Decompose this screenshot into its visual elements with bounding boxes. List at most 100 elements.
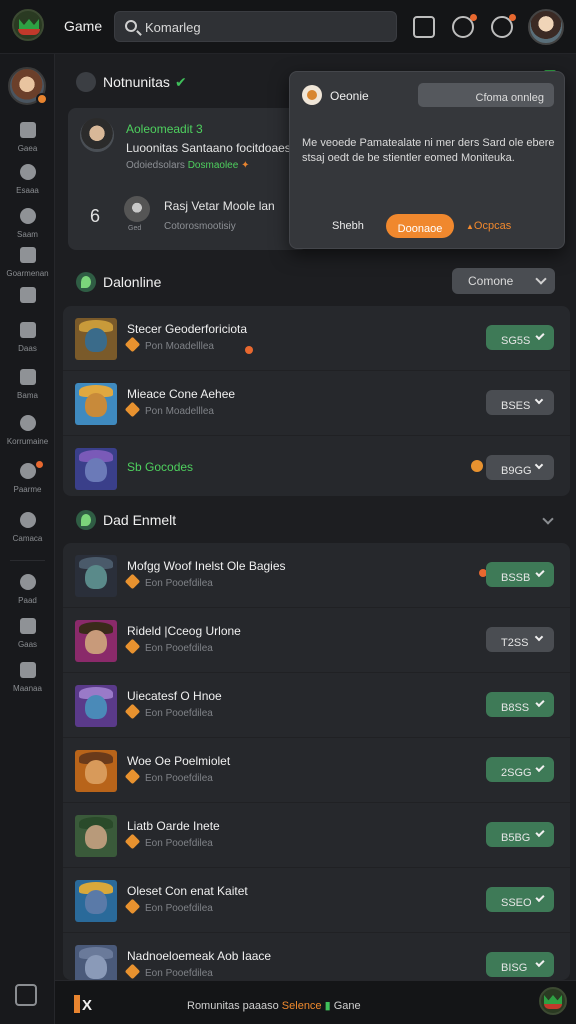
game-row[interactable]: Nadnoeloemeak Aob Iaace Eon Pooefdilea B… xyxy=(63,933,570,980)
sidebar-item-home[interactable]: Gaea xyxy=(0,122,55,162)
game-thumbnail xyxy=(75,448,117,490)
sidebar-item-label: Paarme xyxy=(13,485,42,494)
popup-options-button[interactable]: Ocpcas xyxy=(466,220,511,232)
game-row[interactable]: Oleset Con enat Kaitet Eon Pooefdilea SS… xyxy=(63,868,570,933)
friend-activity: Odoiedsolars Dosmaolee ✦ xyxy=(126,160,249,171)
sidebar-item-label: Saam xyxy=(17,230,38,239)
section-title: Dalonline xyxy=(103,274,162,290)
friend-card[interactable]: Aoleomeadit 3 Luoonitas Santaano focitdo… xyxy=(68,108,308,250)
friends-icon xyxy=(19,574,36,590)
activity-highlight: Dosmaolee xyxy=(187,160,239,171)
brand-logo-icon[interactable]: X xyxy=(74,995,94,1014)
friend-game-title: Rasj Vetar Moole lan xyxy=(164,199,275,213)
app-logo[interactable] xyxy=(12,9,44,41)
game-action-button[interactable]: T2SS xyxy=(486,627,554,652)
game-title: Uiecatesf O Hnoe xyxy=(127,689,222,703)
sidebar-item-store[interactable]: Saam xyxy=(0,208,55,248)
game-row[interactable]: Mofgg Woof Inelst Ole Bagies Eon Pooefdi… xyxy=(63,543,570,608)
game-action-button[interactable]: SSEO xyxy=(486,887,554,912)
sidebar-item-games[interactable]: Gaas xyxy=(0,618,55,658)
game-subtitle: Eon Pooefdilea xyxy=(124,833,213,850)
coin-icon xyxy=(124,703,141,720)
sidebar-item-community[interactable]: Goarmenan xyxy=(0,247,55,287)
check-icon xyxy=(535,762,545,773)
notification-dot xyxy=(36,461,43,468)
sidebar-avatar[interactable] xyxy=(8,67,48,105)
game-thumbnail xyxy=(75,750,117,792)
bottom-bar: X Romunitas paaaso Selence ▮ Gane xyxy=(55,980,576,1024)
button-label: BSES xyxy=(501,399,531,412)
game-row[interactable]: Sb Gocodes B9GG xyxy=(63,436,570,501)
chevron-down-icon[interactable] xyxy=(542,513,554,525)
dropdown-value: Comone xyxy=(468,274,514,288)
game-action-button[interactable]: BISG xyxy=(486,952,554,977)
game-sub-text: Eon Pooefdilea xyxy=(145,968,213,979)
search-bar[interactable] xyxy=(114,11,397,42)
friend-game-sub: Cotorosmootisiy xyxy=(164,221,236,232)
add-icon[interactable] xyxy=(15,984,37,1006)
game-subtitle: Eon Pooefdilea xyxy=(124,638,213,655)
popup-primary-button[interactable]: Doonaoe xyxy=(386,214,454,238)
friend-avatar[interactable] xyxy=(80,118,114,152)
check-icon xyxy=(535,827,545,838)
chevron-down-icon xyxy=(534,395,544,405)
community-icon xyxy=(19,247,36,263)
game-row[interactable]: Uiecatesf O Hnoe Eon Pooefdilea B8SS xyxy=(63,673,570,738)
popup-top-button[interactable]: Cfoma onnleg xyxy=(418,83,554,107)
game-row[interactable]: Woe Oe Poelmiolet Eon Pooefdilea 2SGG xyxy=(63,738,570,803)
game-title: Mofgg Woof Inelst Ole Bagies xyxy=(127,559,286,573)
game-action-button[interactable]: B9GG xyxy=(486,455,554,480)
popup-dismiss-button[interactable]: Shebh xyxy=(332,220,364,232)
sidebar-item-flag[interactable] xyxy=(0,287,55,327)
game-thumbnail xyxy=(75,815,117,857)
check-icon xyxy=(535,892,545,903)
search-icon xyxy=(125,20,137,32)
game-row[interactable]: Stecer Geoderforiciota Pon Moadelllea SG… xyxy=(63,306,570,371)
game-row[interactable]: Mieace Cone Aehee Pon Moadelllea BSES xyxy=(63,371,570,436)
game-subtitle: Pon Moadelllea xyxy=(124,401,214,418)
user-avatar[interactable] xyxy=(528,9,564,45)
chevron-down-icon xyxy=(534,460,544,470)
sidebar-item-friends[interactable]: Paad xyxy=(0,574,55,614)
game-row[interactable]: Liatb Oarde Inete Eon Pooefdilea B5BG xyxy=(63,803,570,868)
game-action-button[interactable]: BSES xyxy=(486,390,554,415)
sidebar-item-account[interactable]: Camaca xyxy=(0,512,55,552)
help-icon[interactable] xyxy=(452,14,477,38)
timer-icon[interactable] xyxy=(491,14,516,38)
game-action-button[interactable]: B8SS xyxy=(486,692,554,717)
popup-icon xyxy=(302,85,322,105)
bottom-logo[interactable] xyxy=(539,987,567,1015)
section-title: Dad Enmelt xyxy=(103,512,177,528)
gear-icon xyxy=(19,208,36,224)
sidebar-item-chat[interactable]: Esaaa xyxy=(0,164,55,204)
friend-avatar-small[interactable] xyxy=(124,196,150,222)
controller-icon[interactable] xyxy=(413,16,435,38)
sidebar-item-label: Paad xyxy=(18,596,37,605)
check-icon xyxy=(535,957,545,968)
sidebar-item-media[interactable]: Maanaa xyxy=(0,662,55,702)
filter-dropdown[interactable]: Comone xyxy=(452,268,555,294)
check-icon xyxy=(535,567,545,578)
game-subtitle: Eon Pooefdilea xyxy=(124,573,213,590)
game-thumbnail xyxy=(75,945,117,980)
game-subtitle: Pon Moadelllea xyxy=(124,336,214,353)
game-thumbnail xyxy=(75,555,117,597)
sidebar-item-favorites[interactable]: Daas xyxy=(0,322,55,362)
search-input[interactable] xyxy=(145,17,385,37)
game-action-button[interactable]: BSSB xyxy=(486,562,554,587)
game-action-button[interactable]: 2SGG xyxy=(486,757,554,782)
coin-icon xyxy=(124,638,141,655)
game-action-button[interactable]: B5BG xyxy=(486,822,554,847)
game-sub-text: Eon Pooefdilea xyxy=(145,838,213,849)
sidebar-item-messages[interactable]: Paarme xyxy=(0,461,55,503)
button-label: 2SGG xyxy=(501,766,532,779)
button-label: BISG xyxy=(501,961,528,974)
sidebar-item-library[interactable]: Bama xyxy=(0,369,55,409)
game-row[interactable]: Rideld |Cceog Urlone Eon Pooefdilea T2SS xyxy=(63,608,570,673)
game-subtitle: Eon Pooefdilea xyxy=(124,768,213,785)
game-subtitle: Eon Pooefdilea xyxy=(124,963,213,980)
sidebar-item-label: Korrumaine xyxy=(6,437,49,446)
game-sub-text: Pon Moadelllea xyxy=(145,341,214,352)
game-action-button[interactable]: SG5S xyxy=(486,325,554,350)
sidebar-item-support[interactable]: Korrumaine xyxy=(0,415,55,455)
